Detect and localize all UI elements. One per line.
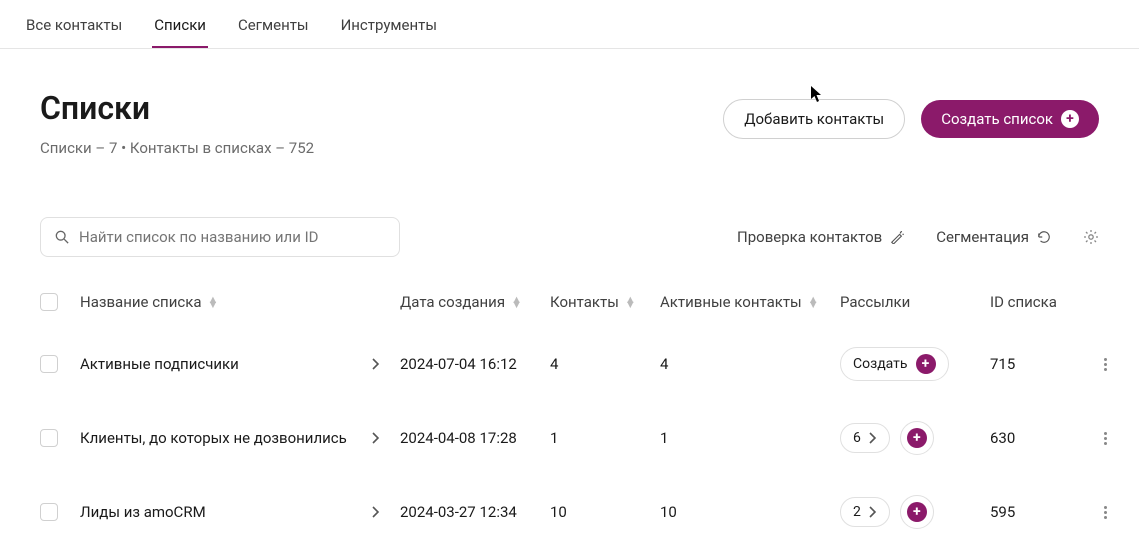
created-date: 2024-03-27 12:34 bbox=[400, 503, 550, 521]
search-input[interactable] bbox=[79, 228, 385, 246]
gear-icon bbox=[1083, 229, 1099, 245]
create-label: Создать bbox=[853, 356, 908, 372]
tab-tools[interactable]: Инструменты bbox=[339, 10, 439, 48]
settings-button[interactable] bbox=[1083, 229, 1099, 245]
list-id: 715 bbox=[990, 355, 1090, 373]
add-campaign-button[interactable]: + bbox=[900, 421, 934, 455]
segmentation-label: Сегментация bbox=[936, 228, 1029, 246]
sort-icon: ▲▼ bbox=[511, 297, 522, 307]
list-id: 630 bbox=[990, 429, 1090, 447]
row-checkbox[interactable] bbox=[40, 429, 58, 447]
chevron-right-icon bbox=[372, 506, 380, 518]
row-name-cell[interactable]: Активные подписчики bbox=[80, 355, 400, 373]
wand-icon bbox=[890, 230, 904, 244]
verify-label: Проверка контактов bbox=[737, 228, 882, 246]
table-row: Активные подписчики 2024-07-04 16:12 4 4… bbox=[40, 327, 1099, 401]
tab-lists[interactable]: Списки bbox=[152, 10, 208, 48]
list-name: Клиенты, до которых не дозвонились bbox=[80, 429, 347, 447]
sort-icon: ▲▼ bbox=[625, 297, 636, 307]
header-left: Списки Списки – 7 • Контакты в списках –… bbox=[40, 89, 314, 157]
page-header: Списки Списки – 7 • Контакты в списках –… bbox=[0, 49, 1139, 157]
col-name[interactable]: Название списка ▲▼ bbox=[80, 293, 400, 311]
chevron-right-icon bbox=[372, 432, 380, 444]
row-checkbox[interactable] bbox=[40, 355, 58, 373]
plus-icon: + bbox=[1061, 110, 1079, 128]
create-campaign-button[interactable]: Создать + bbox=[840, 347, 949, 381]
tab-all-contacts[interactable]: Все контакты bbox=[24, 10, 124, 48]
row-checkbox[interactable] bbox=[40, 503, 58, 521]
col-active-label: Активные контакты bbox=[660, 293, 802, 311]
created-date: 2024-07-04 16:12 bbox=[400, 355, 550, 373]
search-box[interactable] bbox=[40, 217, 400, 257]
refresh-icon bbox=[1037, 230, 1051, 244]
header-actions: Добавить контакты Создать список + bbox=[723, 99, 1099, 139]
list-name: Лиды из amoCRM bbox=[80, 503, 206, 521]
search-icon bbox=[55, 230, 69, 244]
lists-table: Название списка ▲▼ Дата создания ▲▼ Контак… bbox=[0, 277, 1139, 549]
chevron-right-icon bbox=[869, 432, 877, 444]
plus-icon: + bbox=[916, 354, 936, 374]
list-name: Активные подписчики bbox=[80, 355, 239, 373]
active-count: 4 bbox=[660, 355, 840, 373]
row-menu-button[interactable] bbox=[1090, 432, 1120, 445]
col-active[interactable]: Активные контакты ▲▼ bbox=[660, 293, 840, 311]
contacts-count: 4 bbox=[550, 355, 660, 373]
col-created[interactable]: Дата создания ▲▼ bbox=[400, 293, 550, 311]
sort-icon: ▲▼ bbox=[207, 297, 218, 307]
col-contacts[interactable]: Контакты ▲▼ bbox=[550, 293, 660, 311]
add-campaign-button[interactable]: + bbox=[900, 495, 934, 529]
page-title: Списки bbox=[40, 89, 314, 127]
contacts-count: 1 bbox=[550, 429, 660, 447]
col-campaigns-label: Рассылки bbox=[840, 293, 910, 311]
list-id: 595 bbox=[990, 503, 1090, 521]
campaigns-count-button[interactable]: 6 bbox=[840, 423, 890, 453]
row-name-cell[interactable]: Клиенты, до которых не дозвонились bbox=[80, 429, 400, 447]
col-id: ID списка bbox=[990, 293, 1090, 311]
col-created-label: Дата создания bbox=[400, 293, 505, 311]
page-subtitle: Списки – 7 • Контакты в списках – 752 bbox=[40, 139, 314, 157]
table-row: Лиды из amoCRM 2024-03-27 12:34 10 10 2 … bbox=[40, 475, 1099, 549]
right-controls: Проверка контактов Сегментация bbox=[737, 228, 1099, 246]
create-list-button[interactable]: Создать список + bbox=[921, 100, 1099, 138]
campaigns-count: 2 bbox=[853, 504, 861, 520]
nav-tabs: Все контакты Списки Сегменты Инструменты bbox=[0, 0, 1139, 49]
verify-contacts-button[interactable]: Проверка контактов bbox=[737, 228, 904, 246]
active-count: 1 bbox=[660, 429, 840, 447]
add-contacts-button[interactable]: Добавить контакты bbox=[723, 99, 905, 139]
chevron-right-icon bbox=[869, 506, 877, 518]
create-list-label: Создать список bbox=[941, 110, 1053, 128]
row-menu-button[interactable] bbox=[1090, 506, 1120, 519]
row-name-cell[interactable]: Лиды из amoCRM bbox=[80, 503, 400, 521]
created-date: 2024-04-08 17:28 bbox=[400, 429, 550, 447]
select-all-checkbox[interactable] bbox=[40, 293, 58, 311]
segmentation-button[interactable]: Сегментация bbox=[936, 228, 1051, 246]
campaigns-count-button[interactable]: 2 bbox=[840, 497, 890, 527]
plus-icon: + bbox=[907, 502, 927, 522]
contacts-count: 10 bbox=[550, 503, 660, 521]
campaigns-cell: 2 + bbox=[840, 495, 990, 529]
active-count: 10 bbox=[660, 503, 840, 521]
toolbar: Проверка контактов Сегментация bbox=[0, 157, 1139, 277]
col-name-label: Название списка bbox=[80, 293, 201, 311]
col-id-label: ID списка bbox=[990, 293, 1057, 311]
campaigns-cell: 6 + bbox=[840, 421, 990, 455]
tab-segments[interactable]: Сегменты bbox=[236, 10, 311, 48]
col-contacts-label: Контакты bbox=[550, 293, 619, 311]
col-campaigns: Рассылки bbox=[840, 293, 990, 311]
plus-icon: + bbox=[907, 428, 927, 448]
chevron-right-icon bbox=[372, 358, 380, 370]
table-row: Клиенты, до которых не дозвонились 2024-… bbox=[40, 401, 1099, 475]
sort-icon: ▲▼ bbox=[808, 297, 819, 307]
row-menu-button[interactable] bbox=[1090, 358, 1120, 371]
campaigns-count: 6 bbox=[853, 430, 861, 446]
table-header: Название списка ▲▼ Дата создания ▲▼ Контак… bbox=[40, 277, 1099, 327]
